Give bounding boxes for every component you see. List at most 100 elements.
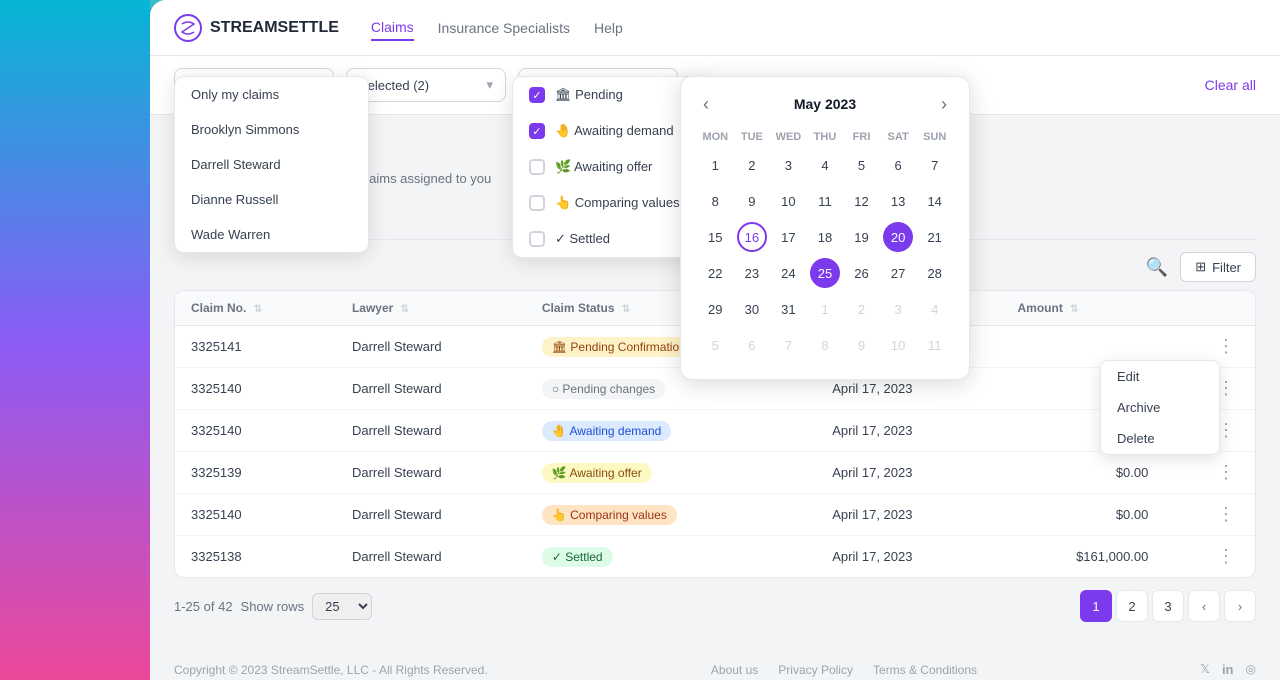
calendar-day[interactable]: 6 — [737, 330, 767, 360]
calendar-day[interactable]: 8 — [810, 330, 840, 360]
calendar-day[interactable]: 11 — [920, 330, 950, 360]
row-menu-button[interactable]: ⋮ — [1213, 546, 1239, 567]
cal-header-tue: TUE — [734, 127, 771, 147]
calendar-day-cell: 27 — [880, 255, 917, 291]
calendar-day[interactable]: 1 — [810, 294, 840, 324]
context-delete[interactable]: Delete — [1101, 423, 1219, 454]
cal-header-fri: FRI — [843, 127, 880, 147]
calendar-day[interactable]: 12 — [847, 186, 877, 216]
cell-status: 👆 Comparing values — [526, 494, 816, 536]
calendar-day[interactable]: 5 — [847, 150, 877, 180]
calendar-day[interactable]: 31 — [773, 294, 803, 324]
specialist-dianne[interactable]: Dianne Russell — [175, 182, 368, 217]
calendar-day[interactable]: 22 — [700, 258, 730, 288]
table-row: 3325138 Darrell Steward ✓ Settled April … — [175, 536, 1255, 577]
cell-lawyer: Darrell Steward — [336, 326, 526, 368]
calendar-day[interactable]: 7 — [920, 150, 950, 180]
footer-about[interactable]: About us — [711, 663, 758, 677]
context-edit[interactable]: Edit — [1101, 361, 1219, 392]
calendar-day[interactable]: 24 — [773, 258, 803, 288]
context-archive[interactable]: Archive — [1101, 392, 1219, 423]
calendar-next-button[interactable]: › — [935, 93, 953, 115]
clear-all-button[interactable]: Clear all — [1205, 77, 1256, 93]
calendar-day[interactable]: 7 — [773, 330, 803, 360]
pagination-pages: 1 2 3 ‹ › — [1080, 590, 1256, 622]
rows-per-page-select[interactable]: 25 50 100 — [312, 593, 372, 620]
calendar-day[interactable]: 8 — [700, 186, 730, 216]
calendar-day[interactable]: 3 — [883, 294, 913, 324]
calendar-day[interactable]: 15 — [700, 222, 730, 252]
nav-help[interactable]: Help — [594, 16, 623, 40]
calendar-day[interactable]: 18 — [810, 222, 840, 252]
table-row: 3325139 Darrell Steward 🌿 Awaiting offer… — [175, 452, 1255, 494]
cell-actions: ⋮ — [1164, 452, 1255, 494]
calendar-day[interactable]: 10 — [773, 186, 803, 216]
calendar-day[interactable]: 29 — [700, 294, 730, 324]
filter-button[interactable]: ⊞ Filter — [1180, 252, 1256, 282]
calendar-day[interactable]: 26 — [847, 258, 877, 288]
linkedin-icon[interactable]: in — [1222, 662, 1234, 677]
calendar-day[interactable]: 9 — [847, 330, 877, 360]
calendar-day[interactable]: 3 — [773, 150, 803, 180]
calendar-day[interactable]: 30 — [737, 294, 767, 324]
calendar-day[interactable]: 2 — [847, 294, 877, 324]
page-1-button[interactable]: 1 — [1080, 590, 1112, 622]
calendar-day[interactable]: 4 — [920, 294, 950, 324]
specialist-darrell[interactable]: Darrell Steward — [175, 147, 368, 182]
calendar-day[interactable]: 23 — [737, 258, 767, 288]
calendar-day-cell: 28 — [916, 255, 953, 291]
row-menu-button[interactable]: ⋮ — [1213, 336, 1239, 357]
calendar-day[interactable]: 6 — [883, 150, 913, 180]
calendar-day[interactable]: 1 — [700, 150, 730, 180]
calendar-day[interactable]: 27 — [883, 258, 913, 288]
calendar-day[interactable]: 13 — [883, 186, 913, 216]
page-2-button[interactable]: 2 — [1116, 590, 1148, 622]
nav-insurance-specialists[interactable]: Insurance Specialists — [438, 16, 570, 40]
col-claim-no: Claim No. ⇅ — [175, 291, 336, 326]
calendar-day[interactable]: 19 — [847, 222, 877, 252]
footer-privacy[interactable]: Privacy Policy — [778, 663, 853, 677]
specialist-wade[interactable]: Wade Warren — [175, 217, 368, 252]
footer-links: About us Privacy Policy Terms & Conditio… — [711, 663, 977, 677]
cal-header-thu: THU — [807, 127, 844, 147]
status-badge: 🌿 Awaiting offer — [542, 463, 652, 483]
specialist-only-my-claims[interactable]: Only my claims — [175, 77, 368, 112]
page-prev-button[interactable]: ‹ — [1188, 590, 1220, 622]
status-badge: ○ Pending changes — [542, 379, 665, 399]
calendar-day[interactable]: 21 — [920, 222, 950, 252]
row-menu-button[interactable]: ⋮ — [1213, 504, 1239, 525]
calendar-day[interactable]: 9 — [737, 186, 767, 216]
calendar-day[interactable]: 17 — [773, 222, 803, 252]
pagination-info: 1-25 of 42 Show rows 25 50 100 — [174, 593, 372, 620]
sidebar — [0, 0, 150, 680]
footer-terms[interactable]: Terms & Conditions — [873, 663, 977, 677]
calendar-day-cell: 11 — [916, 327, 953, 363]
calendar-day[interactable]: 28 — [920, 258, 950, 288]
calendar-day[interactable]: 20 — [883, 222, 913, 252]
instagram-icon[interactable]: ◎ — [1246, 662, 1256, 677]
twitter-icon[interactable]: 𝕏 — [1200, 662, 1210, 677]
calendar-day[interactable]: 4 — [810, 150, 840, 180]
specialist-brooklyn[interactable]: Brooklyn Simmons — [175, 112, 368, 147]
calendar-day[interactable]: 2 — [737, 150, 767, 180]
calendar-day[interactable]: 16 — [737, 222, 767, 252]
calendar-day[interactable]: 25 — [810, 258, 840, 288]
cal-header-sat: SAT — [880, 127, 917, 147]
search-button[interactable]: 🔍 — [1146, 257, 1168, 278]
calendar-day[interactable]: 5 — [700, 330, 730, 360]
status-pending-label: 🏛 Pending — [555, 87, 623, 103]
cell-amount: $0.00 — [1002, 452, 1165, 494]
row-menu-button[interactable]: ⋮ — [1213, 462, 1239, 483]
specialist-dropdown-menu: Only my claims Brooklyn Simmons Darrell … — [174, 76, 369, 253]
calendar-prev-button[interactable]: ‹ — [697, 93, 715, 115]
calendar-day-cell: 8 — [697, 183, 734, 219]
calendar-day-cell: 20 — [880, 219, 917, 255]
nav-claims[interactable]: Claims — [371, 15, 414, 41]
footer: Copyright © 2023 StreamSettle, LLC - All… — [150, 646, 1280, 680]
calendar-day[interactable]: 11 — [810, 186, 840, 216]
page-3-button[interactable]: 3 — [1152, 590, 1184, 622]
calendar-day[interactable]: 14 — [920, 186, 950, 216]
calendar-day[interactable]: 10 — [883, 330, 913, 360]
page-next-button[interactable]: › — [1224, 590, 1256, 622]
status-dropdown-trigger[interactable]: Selected (2) ▾ — [346, 68, 506, 102]
